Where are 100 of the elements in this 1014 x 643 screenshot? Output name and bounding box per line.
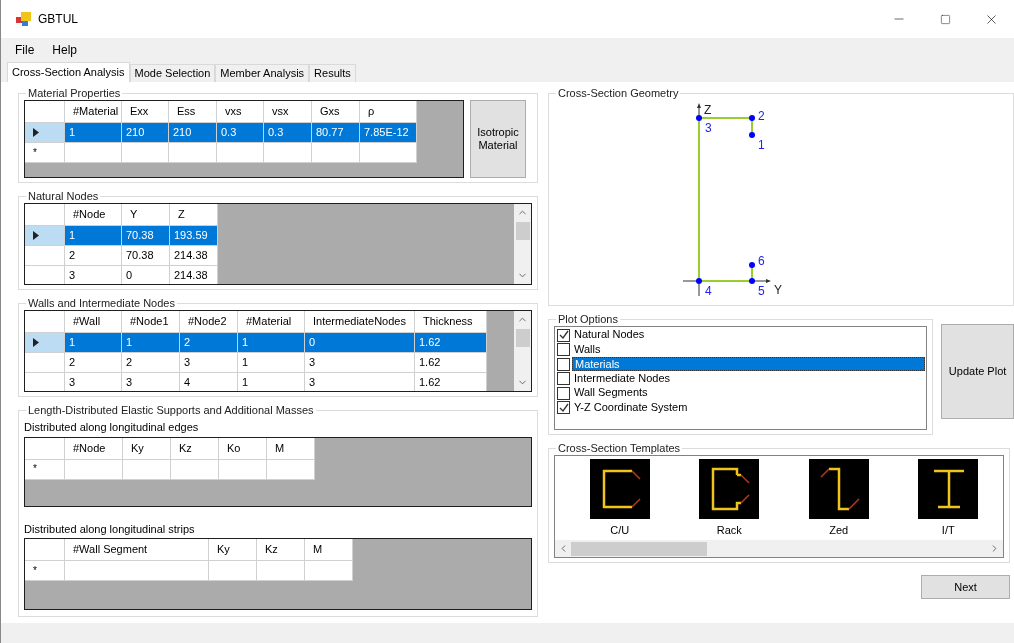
column-header[interactable]: Kz: [171, 437, 219, 460]
table-cell[interactable]: 7.85E-12: [360, 123, 417, 143]
tab[interactable]: Cross-Section Analysis: [7, 62, 130, 82]
table-cell[interactable]: 0: [122, 266, 170, 284]
table-cell[interactable]: 0.3: [264, 123, 312, 143]
column-header[interactable]: Y: [122, 204, 170, 226]
column-header[interactable]: IntermediateNodes: [305, 311, 415, 333]
column-header[interactable]: #Material: [238, 311, 305, 333]
table-cell[interactable]: 3: [305, 353, 415, 373]
column-header[interactable]: #Wall: [65, 311, 122, 333]
table-cell[interactable]: 1: [65, 226, 122, 246]
checkbox[interactable]: [557, 372, 570, 386]
scroll-thumb[interactable]: [515, 222, 530, 240]
table-cell[interactable]: 3: [180, 353, 238, 373]
section-template-icon[interactable]: [699, 459, 760, 519]
table-cell[interactable]: 214.38: [170, 266, 218, 284]
checkbox[interactable]: [557, 357, 570, 371]
table-cell[interactable]: 214.38: [170, 246, 218, 266]
next-button[interactable]: Next: [921, 575, 1010, 599]
column-header[interactable]: Exx: [122, 101, 169, 123]
table-cell[interactable]: 210: [122, 123, 169, 143]
table-cell[interactable]: 1.62: [415, 353, 487, 373]
tab[interactable]: Mode Selection: [129, 64, 216, 82]
table-cell[interactable]: 193.59: [170, 226, 218, 246]
column-header[interactable]: Z: [170, 204, 218, 226]
option-label[interactable]: Walls: [572, 342, 927, 357]
column-header[interactable]: Ko: [219, 437, 267, 460]
column-header[interactable]: vsx: [264, 101, 312, 123]
table-cell[interactable]: 3: [65, 266, 122, 284]
checkbox[interactable]: [557, 328, 570, 342]
template-label[interactable]: Zed: [829, 522, 849, 539]
table-cell[interactable]: 1.62: [415, 333, 487, 353]
scroll-thumb[interactable]: [571, 541, 707, 556]
table-cell[interactable]: 70.38: [122, 226, 170, 246]
table-cell[interactable]: 70.38: [122, 246, 170, 266]
column-header[interactable]: Thickness: [415, 311, 487, 333]
table-cell[interactable]: 2: [65, 246, 122, 266]
table-cell[interactable]: 4: [180, 373, 238, 391]
checkbox[interactable]: [557, 386, 570, 400]
table-cell[interactable]: 2: [65, 353, 122, 373]
table-cell[interactable]: 3: [65, 373, 122, 391]
table-cell[interactable]: 1: [238, 373, 305, 391]
column-header[interactable]: #Wall Segment: [65, 539, 209, 561]
tab[interactable]: Results: [309, 64, 356, 82]
column-header[interactable]: Ess: [169, 101, 217, 123]
section-template-icon[interactable]: [589, 459, 650, 519]
column-header[interactable]: ρ: [360, 101, 417, 123]
table-cell[interactable]: 2: [122, 353, 180, 373]
table-cell[interactable]: 1: [65, 123, 122, 143]
node-dot: [749, 262, 755, 268]
column-header[interactable]: #Material: [65, 101, 122, 123]
menu-item[interactable]: File: [15, 41, 35, 59]
column-header[interactable]: M: [267, 437, 315, 460]
template-label[interactable]: I/T: [941, 522, 955, 539]
table-cell[interactable]: 1: [122, 333, 180, 353]
table-cell[interactable]: 2: [180, 333, 238, 353]
option-label[interactable]: Natural Nodes: [572, 328, 927, 343]
isotropic-material-button[interactable]: Isotropic Material: [470, 100, 526, 178]
tab[interactable]: Member Analysis: [215, 64, 310, 82]
option-label[interactable]: Wall Segments: [572, 386, 927, 401]
update-plot-button[interactable]: Update Plot: [941, 324, 1014, 419]
table-cell[interactable]: 210: [169, 123, 217, 143]
table-cell[interactable]: 80.77: [312, 123, 360, 143]
template-label[interactable]: C/U: [610, 522, 630, 539]
table-cell[interactable]: 1.62: [415, 373, 487, 391]
table-cell[interactable]: 0: [305, 333, 415, 353]
table-cell[interactable]: 3: [305, 373, 415, 391]
column-header[interactable]: Ky: [209, 539, 257, 561]
checkbox[interactable]: [557, 401, 570, 415]
vertical-scrollbar[interactable]: [514, 204, 531, 284]
column-header[interactable]: #Node: [65, 204, 122, 226]
horizontal-scrollbar[interactable]: [555, 540, 1003, 557]
table-cell[interactable]: 1: [238, 333, 305, 353]
column-header[interactable]: M: [305, 539, 353, 561]
table-cell[interactable]: 0.3: [217, 123, 264, 143]
row-header[interactable]: [25, 123, 65, 143]
column-header[interactable]: #Node: [65, 437, 123, 460]
table-cell[interactable]: 1: [238, 353, 305, 373]
table-cell[interactable]: 1: [65, 333, 122, 353]
option-label[interactable]: Y-Z Coordinate System: [572, 400, 927, 415]
checkbox[interactable]: [557, 343, 570, 357]
column-header[interactable]: #Node2: [180, 311, 238, 333]
column-header[interactable]: #Node1: [122, 311, 180, 333]
row-header[interactable]: [25, 226, 65, 246]
vertical-scrollbar[interactable]: [514, 311, 531, 391]
row-header[interactable]: [25, 333, 65, 353]
table-cell[interactable]: 3: [122, 373, 180, 391]
column-header[interactable]: Kz: [257, 539, 305, 561]
section-template-icon[interactable]: [808, 459, 869, 519]
current-row-icon: [33, 128, 39, 137]
option-label[interactable]: Materials: [572, 357, 926, 372]
option-label[interactable]: Intermediate Nodes: [572, 371, 927, 386]
column-header[interactable]: Ky: [123, 437, 171, 460]
menu-item[interactable]: Help: [52, 41, 78, 59]
header-corner: [25, 204, 65, 226]
template-label[interactable]: Rack: [716, 522, 742, 539]
scroll-thumb[interactable]: [515, 329, 530, 347]
section-template-icon[interactable]: [918, 459, 979, 519]
column-header[interactable]: vxs: [217, 101, 264, 123]
column-header[interactable]: Gxs: [312, 101, 360, 123]
